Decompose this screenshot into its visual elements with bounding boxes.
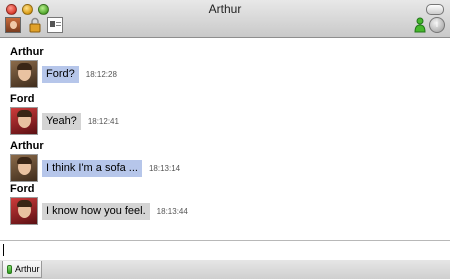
message-bubble: I know how you feel. [42, 202, 150, 220]
message-item: Arthur Ford? 18:12:28 [10, 46, 440, 88]
message-sender: Arthur [10, 46, 44, 58]
message-bubble: I think I'm a sofa ... [42, 159, 142, 177]
message-item: Arthur I think I'm a sofa ... 18:13:14 [10, 140, 440, 182]
toolbar-toggle-button[interactable] [426, 4, 444, 15]
message-bubble: Yeah? [42, 112, 81, 130]
avatar [10, 107, 38, 135]
message-bubble: Ford? [42, 65, 79, 83]
avatar [10, 154, 38, 182]
tab-label: Arthur [15, 264, 40, 274]
message-timestamp: 18:13:14 [148, 163, 181, 173]
message-sender: Arthur [10, 140, 44, 152]
message-item: Ford Yeah? 18:12:41 [10, 93, 440, 135]
message-item: Ford I know how you feel. 18:13:44 [10, 183, 440, 225]
info-icon[interactable]: i [429, 17, 445, 33]
user-avatar-icon[interactable] [5, 17, 21, 33]
message-sender: Ford [10, 93, 35, 105]
tab-bar: Arthur [0, 260, 450, 279]
window-title: Arthur [208, 2, 242, 16]
message-input[interactable] [0, 241, 450, 258]
message-timestamp: 18:12:41 [87, 116, 119, 126]
message-input-area [0, 240, 450, 261]
window-toolbar: Arthur i [0, 0, 450, 38]
tab-arthur[interactable]: Arthur [2, 261, 42, 278]
lock-icon[interactable] [27, 17, 43, 33]
avatar [10, 197, 38, 225]
message-sender: Ford [10, 183, 35, 195]
message-list: Arthur Ford? 18:12:28 Ford Yeah? 18:12:4… [0, 38, 450, 240]
text-caret [3, 244, 4, 256]
available-status-icon [7, 264, 12, 274]
contact-card-icon[interactable] [47, 17, 63, 33]
message-timestamp: 18:12:28 [85, 69, 117, 79]
avatar [10, 60, 38, 88]
status-person-icon[interactable] [412, 17, 428, 33]
message-timestamp: 18:13:44 [156, 206, 188, 216]
chat-window: Arthur i Arthur Ford? 18:12:28 Ford Yeah… [0, 0, 450, 279]
